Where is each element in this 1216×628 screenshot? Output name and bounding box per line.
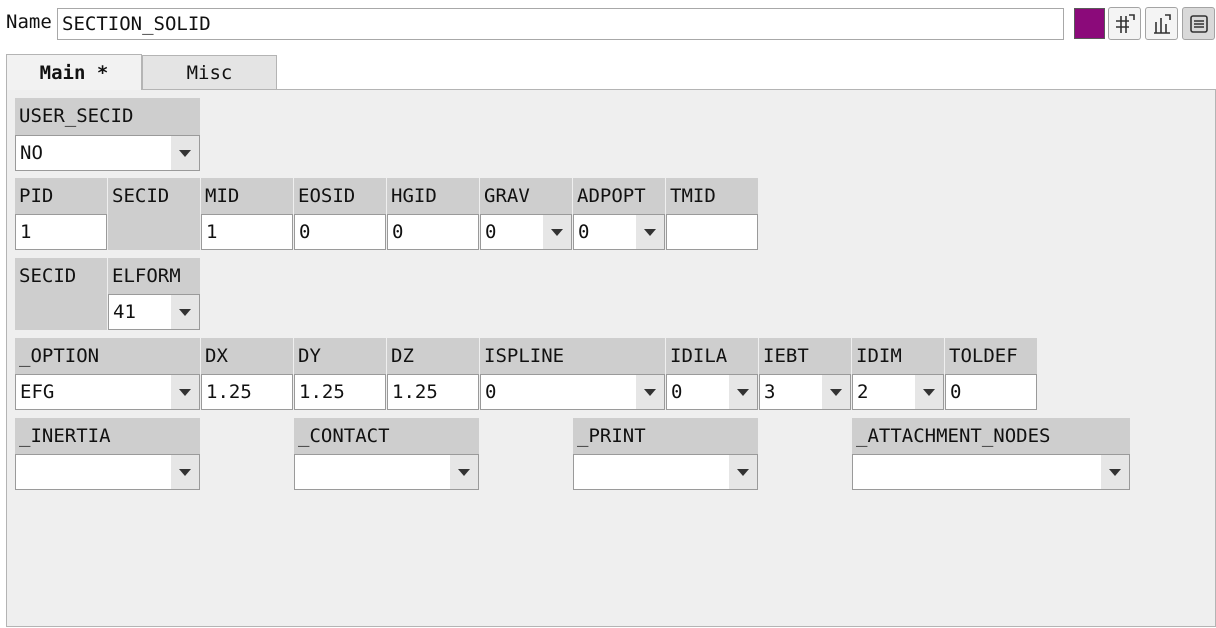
ispline-label: ISPLINE [480, 338, 665, 375]
option-select[interactable]: EFG [15, 374, 200, 410]
print-label: _PRINT [573, 418, 758, 455]
tree-pick-icon [1153, 13, 1171, 34]
tree-select-button[interactable] [1145, 7, 1178, 40]
mid-label: MID [201, 178, 293, 215]
idim-value: 2 [857, 381, 869, 403]
chevron-down-icon[interactable] [636, 375, 664, 409]
contact-select[interactable] [294, 454, 479, 490]
dx-label: DX [201, 338, 293, 375]
print-select[interactable] [573, 454, 758, 490]
elform-value: 41 [113, 301, 136, 323]
inertia-select[interactable] [15, 454, 200, 490]
chevron-down-icon[interactable] [822, 375, 850, 409]
grav-select[interactable]: 0 [480, 214, 572, 250]
user-secid-value: NO [20, 142, 43, 164]
ispline-value: 0 [485, 381, 497, 403]
iebt-label: IEBT [759, 338, 851, 375]
pick-grid-button[interactable] [1108, 7, 1141, 40]
idim-label: IDIM [852, 338, 944, 375]
mid-input[interactable]: 1 [201, 214, 293, 250]
chevron-down-icon[interactable] [171, 136, 199, 170]
chevron-down-icon[interactable] [915, 375, 943, 409]
dy-label: DY [294, 338, 386, 375]
tab-main[interactable]: Main * [6, 54, 142, 90]
idila-label: IDILA [666, 338, 758, 375]
adpopt-select[interactable]: 0 [573, 214, 665, 250]
grid-pick-icon [1115, 13, 1135, 33]
contact-label: _CONTACT [294, 418, 479, 455]
user-secid-label: USER_SECID [15, 98, 200, 135]
chevron-down-icon[interactable] [450, 455, 478, 489]
tmid-input[interactable] [666, 214, 758, 250]
idim-select[interactable]: 2 [852, 374, 944, 410]
inertia-label: _INERTIA [15, 418, 200, 455]
dy-input[interactable]: 1.25 [294, 374, 386, 410]
chevron-down-icon[interactable] [171, 375, 199, 409]
dx-input[interactable]: 1.25 [201, 374, 293, 410]
tmid-label: TMID [666, 178, 758, 215]
chevron-down-icon[interactable] [1101, 455, 1129, 489]
dz-label: DZ [387, 338, 479, 375]
pid-input[interactable]: 1 [15, 214, 107, 250]
secid-label: SECID [15, 258, 107, 330]
chevron-down-icon[interactable] [729, 455, 757, 489]
name-label: Name [6, 11, 52, 33]
chevron-down-icon[interactable] [171, 295, 199, 329]
color-swatch[interactable] [1074, 8, 1105, 39]
adpopt-label: ADPOPT [573, 178, 665, 215]
pid-label: PID [15, 178, 107, 215]
user-secid-select[interactable]: NO [15, 135, 200, 171]
option-label: _OPTION [15, 338, 200, 375]
elform-label: ELFORM [108, 258, 200, 295]
attachment-nodes-label: _ATTACHMENT_NODES [852, 418, 1130, 455]
chevron-down-icon[interactable] [729, 375, 757, 409]
chevron-down-icon[interactable] [636, 215, 664, 249]
grav-label: GRAV [480, 178, 572, 215]
secid-label: SECID [108, 178, 200, 250]
attachment-nodes-select[interactable] [852, 454, 1130, 490]
hgid-input[interactable]: 0 [387, 214, 479, 250]
toldef-input[interactable]: 0 [945, 374, 1037, 410]
iebt-select[interactable]: 3 [759, 374, 851, 410]
idila-select[interactable]: 0 [666, 374, 758, 410]
chevron-down-icon[interactable] [543, 215, 571, 249]
adpopt-value: 0 [578, 221, 590, 243]
list-view-button[interactable] [1182, 7, 1215, 40]
eosid-label: EOSID [294, 178, 386, 215]
option-value: EFG [20, 381, 55, 403]
dz-input[interactable]: 1.25 [387, 374, 479, 410]
chevron-down-icon[interactable] [171, 455, 199, 489]
idila-value: 0 [671, 381, 683, 403]
toldef-label: TOLDEF [945, 338, 1037, 375]
hgid-label: HGID [387, 178, 479, 215]
iebt-value: 3 [764, 381, 776, 403]
tab-misc[interactable]: Misc [142, 55, 277, 89]
ispline-select[interactable]: 0 [480, 374, 665, 410]
grav-value: 0 [485, 221, 497, 243]
list-icon [1189, 14, 1208, 33]
eosid-input[interactable]: 0 [294, 214, 386, 250]
name-input[interactable] [57, 8, 1064, 40]
elform-select[interactable]: 41 [108, 294, 200, 330]
